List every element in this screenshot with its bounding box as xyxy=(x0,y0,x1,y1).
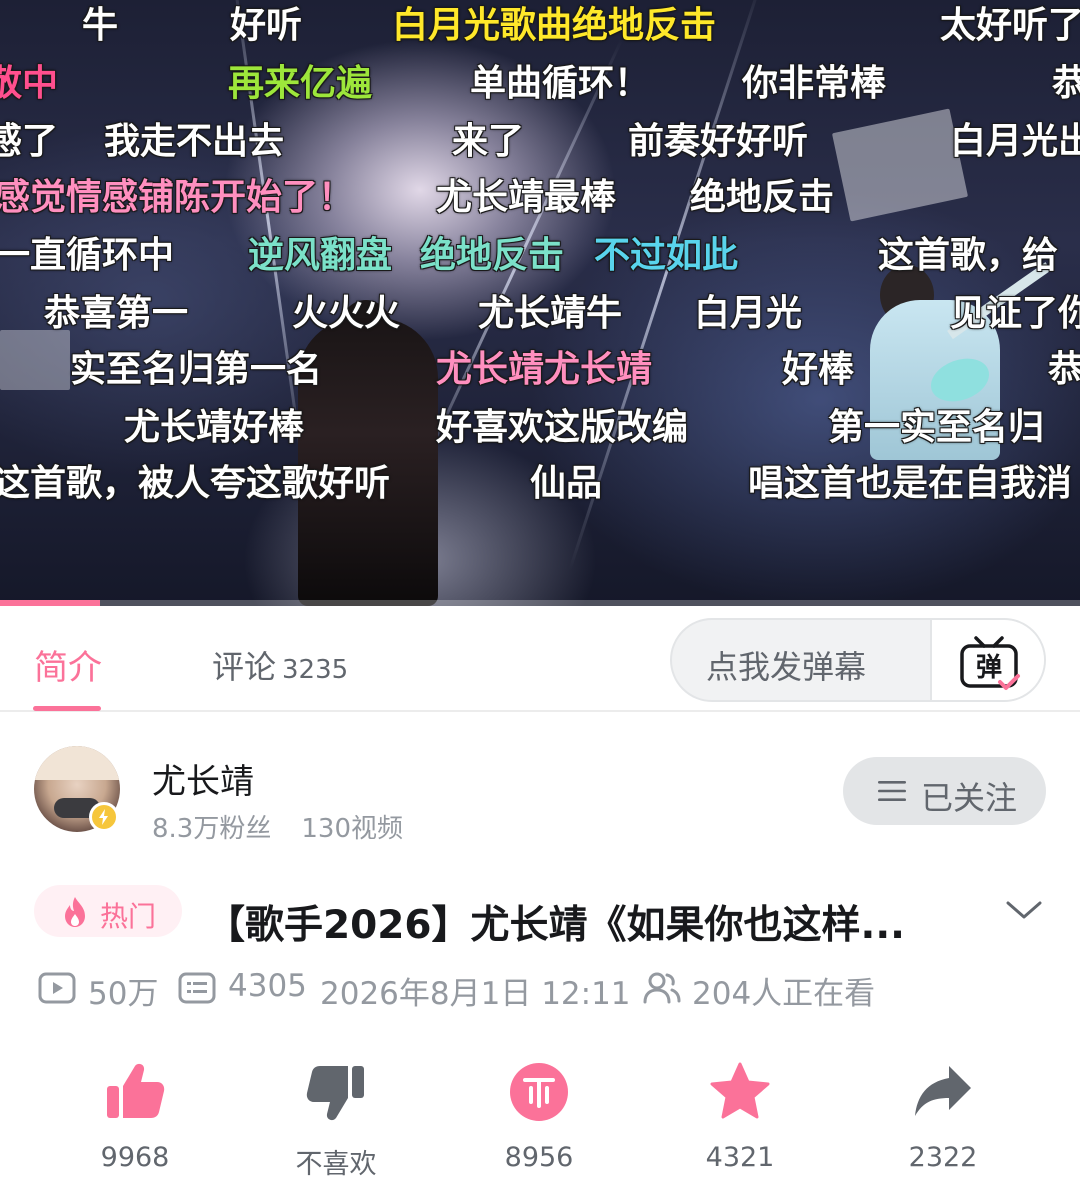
danmaku-comment: 单曲循环！ xyxy=(470,63,651,104)
uploader-stats: 8.3万粉丝 130视频 xyxy=(152,808,403,845)
danmaku-comment: 尤长靖尤长靖 xyxy=(436,349,653,390)
coin-count: 8956 xyxy=(504,1142,574,1173)
danmaku-comment: 好喜欢这版改编 xyxy=(436,407,689,448)
like-count: 9968 xyxy=(100,1142,170,1173)
danmaku-input[interactable]: 点我发弹幕 弹 xyxy=(670,618,1046,702)
danmaku-comment: 这首歌，给 xyxy=(878,235,1059,276)
uploader-fans: 8.3万粉丝 xyxy=(152,814,272,844)
tab-comments[interactable]: 评论 3235 xyxy=(212,642,348,688)
uploader-videos: 130视频 xyxy=(301,814,403,844)
dislike-button[interactable]: 不喜欢 xyxy=(261,1060,411,1190)
danmaku-comment: 你非常棒 xyxy=(742,63,887,104)
hot-badge[interactable]: 热门 xyxy=(34,885,182,937)
danmaku-send-glyph: 弹 xyxy=(976,653,1002,683)
favorite-button[interactable]: 4321 xyxy=(665,1060,815,1190)
danmaku-comment: 不过如此 xyxy=(594,235,739,276)
danmaku-comment: 再来亿遍 xyxy=(228,63,373,104)
avatar-background xyxy=(34,746,120,780)
coin-button[interactable]: 8956 xyxy=(464,1060,614,1190)
publish-date: 2026年8月1日 12:11 xyxy=(320,976,631,1012)
share-button[interactable]: 2322 xyxy=(868,1060,1018,1190)
danmaku-comment: 绝地反击 xyxy=(420,235,565,276)
danmaku-comment: 白月光出 xyxy=(950,121,1080,162)
stage-screen xyxy=(0,330,70,390)
danmaku-comment: 一直循环中 xyxy=(0,235,175,276)
danmaku-comment: 感觉情感铺陈开始了！ xyxy=(0,177,355,218)
danmaku-comment: 感了 xyxy=(0,121,59,162)
danmaku-send-icon: 弹 xyxy=(960,636,1020,690)
danmaku-count-icon xyxy=(178,972,216,1004)
danmaku-comment: 这首歌，被人夸这歌好听 xyxy=(0,463,391,504)
favorite-icon xyxy=(710,1062,770,1119)
video-player[interactable]: 牛好听 白月光歌曲绝地反击 太好听了 敬中 再来亿遍 单曲循环！ 你非常棒恭感了 我走不出去来… xyxy=(0,0,1080,606)
danmaku-comment: 好听 xyxy=(230,5,303,46)
lightning-badge-icon xyxy=(89,802,119,832)
tab-bar: 简介 评论 3235 点我发弹幕 弹 xyxy=(0,606,1080,712)
hot-badge-label: 热门 xyxy=(100,900,157,933)
danmaku-comment: 牛 xyxy=(82,5,119,46)
danmaku-comment: 恭喜第一 xyxy=(44,293,189,334)
danmaku-comment: 唱这首也是在自我消 xyxy=(748,463,1073,504)
danmaku-comment: 第一实至名归 xyxy=(828,407,1045,448)
favorite-count: 4321 xyxy=(705,1142,775,1173)
tab-active-indicator xyxy=(33,706,101,711)
danmaku-comment: 恭 xyxy=(1052,63,1080,104)
danmaku-comment: 火火火 xyxy=(292,293,401,334)
danmaku-comment: 尤长靖好棒 xyxy=(124,407,305,448)
danmaku-comment: 前奏好好听 xyxy=(628,121,809,162)
danmaku-comment: 来了 xyxy=(452,121,525,162)
watching-icon xyxy=(643,972,681,1004)
share-icon xyxy=(915,1066,971,1116)
menu-icon xyxy=(878,781,906,801)
danmaku-comment: 见证了你 xyxy=(950,293,1080,334)
play-count-icon xyxy=(38,972,76,1004)
danmaku-send-button[interactable]: 弹 xyxy=(930,620,1044,700)
danmaku-comment: 我走不出去 xyxy=(104,121,285,162)
watching-count: 204人正在看 xyxy=(692,976,876,1012)
danmaku-comment: 白月光歌曲绝地反击 xyxy=(392,5,717,46)
danmaku-input-placeholder: 点我发弹幕 xyxy=(706,648,867,686)
tab-intro[interactable]: 简介 xyxy=(34,640,102,689)
danmaku-comment: 实至名归第一名 xyxy=(70,349,323,390)
danmaku-comment: 绝地反击 xyxy=(690,177,835,218)
danmaku-comment: 太好听了 xyxy=(940,5,1080,46)
danmaku-count: 4305 xyxy=(228,968,307,1004)
danmaku-comment: 白月光 xyxy=(694,293,803,334)
danmaku-comment: 好棒 xyxy=(782,349,855,390)
tab-comments-label: 评论 xyxy=(212,648,277,686)
danmaku-comment: 仙品 xyxy=(530,463,603,504)
dislike-icon xyxy=(306,1066,364,1121)
share-count: 2322 xyxy=(908,1142,978,1173)
like-icon xyxy=(107,1063,165,1118)
danmaku-comment: 恭 xyxy=(1048,349,1080,390)
danmaku-comment: 尤长靖最棒 xyxy=(436,177,617,218)
coin-icon xyxy=(510,1063,568,1121)
video-title[interactable]: 【歌手2026】尤长靖《如果你也这样... xyxy=(206,894,966,950)
fire-icon xyxy=(65,897,85,927)
dislike-label: 不喜欢 xyxy=(295,1149,377,1180)
danmaku-comment: 敬中 xyxy=(0,63,59,104)
follow-button[interactable]: 已关注 xyxy=(843,757,1046,825)
follow-button-label: 已关注 xyxy=(921,779,1018,817)
view-count: 50万 xyxy=(88,976,159,1012)
danmaku-comment: 逆风翻盘 xyxy=(248,235,393,276)
danmaku-comment: 尤长靖牛 xyxy=(478,293,623,334)
chevron-down-icon[interactable] xyxy=(1004,893,1044,927)
stage-screen xyxy=(831,108,969,222)
like-button[interactable]: 9968 xyxy=(60,1060,210,1190)
tab-comments-count: 3235 xyxy=(282,655,349,685)
uploader-name[interactable]: 尤长靖 xyxy=(152,754,254,803)
